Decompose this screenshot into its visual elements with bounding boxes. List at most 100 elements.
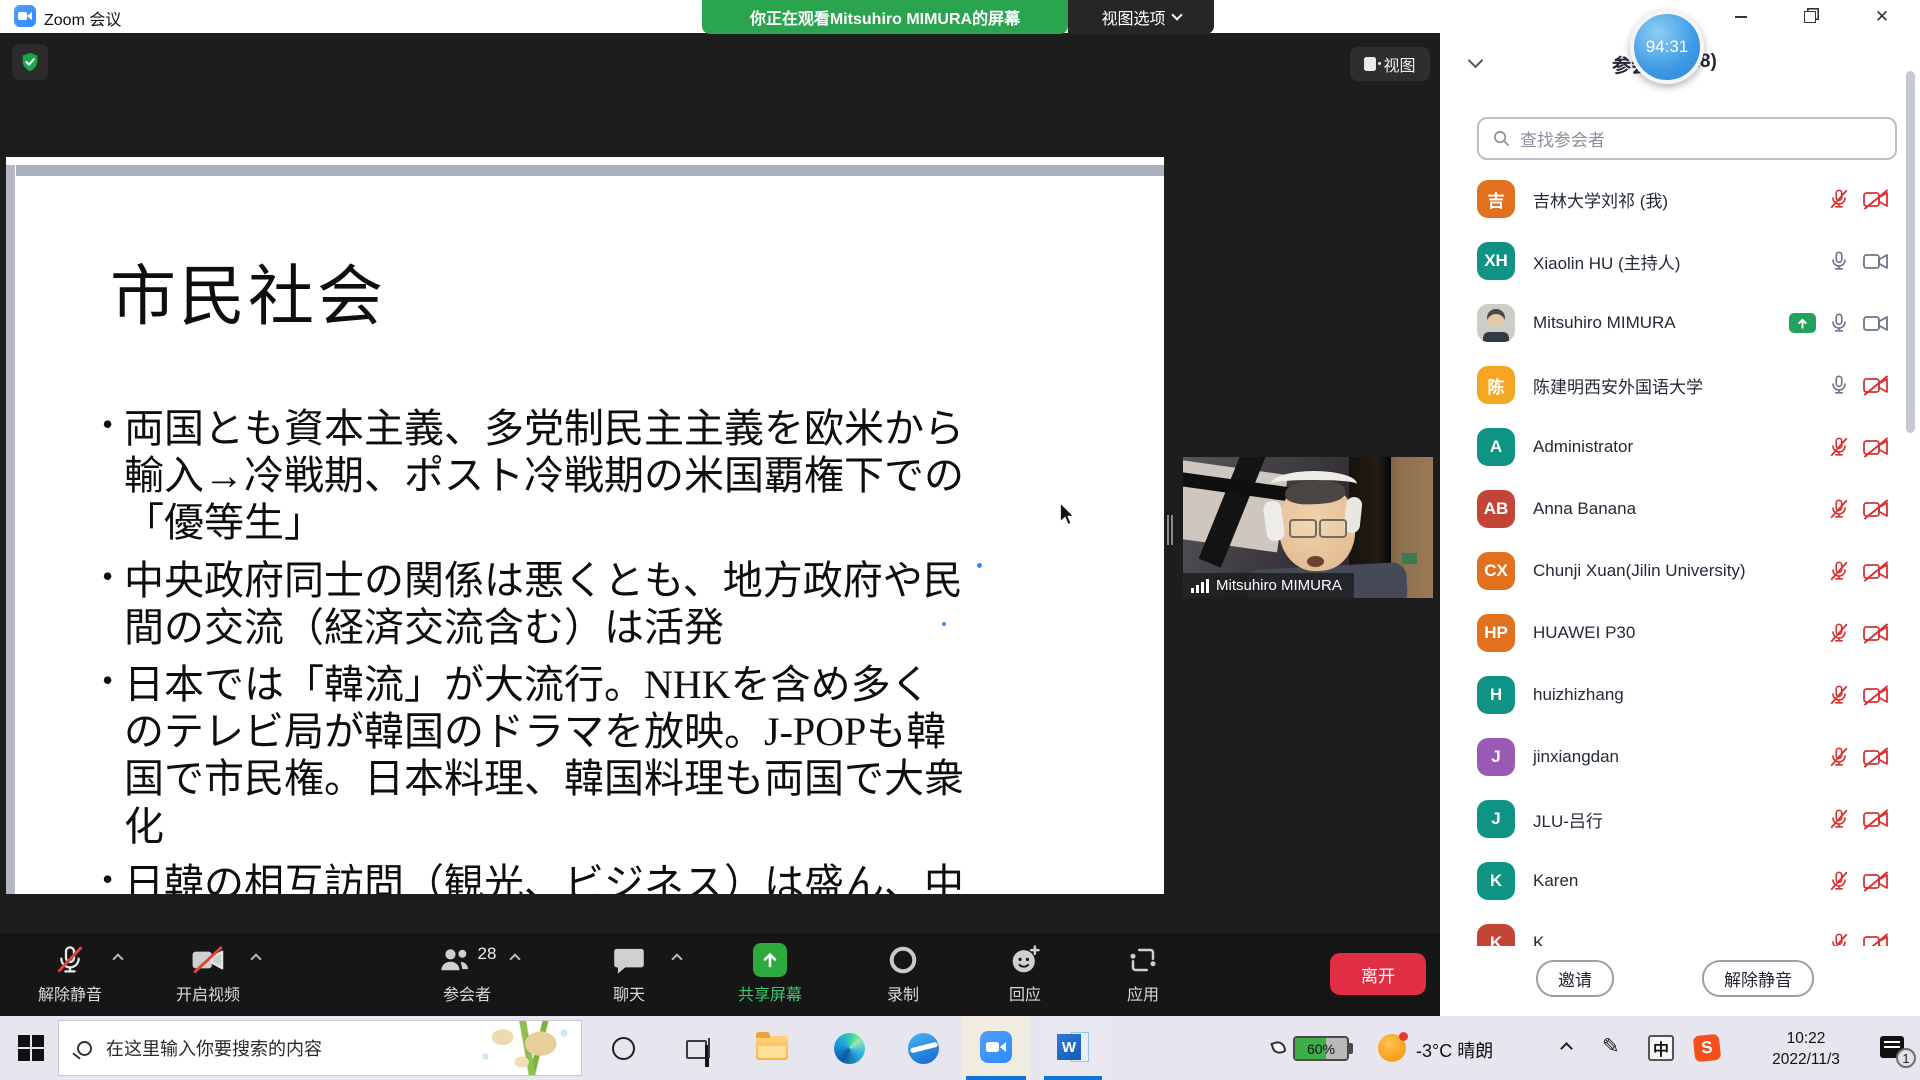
participant-avatar: 陈 — [1477, 366, 1515, 404]
reactions-button[interactable]: 回应 — [963, 941, 1087, 1011]
participant-search-input[interactable]: 查找参会者 — [1477, 117, 1897, 160]
security-shield-icon[interactable] — [12, 44, 48, 80]
windows-start-button[interactable] — [18, 1035, 45, 1062]
participant-row[interactable]: J jinxiangdan — [1440, 726, 1920, 788]
weather-icon[interactable] — [1378, 1034, 1406, 1062]
search-icon — [77, 1041, 92, 1056]
participant-row[interactable]: K Karen — [1440, 850, 1920, 912]
participant-name: 吉林大学刘祁 (我) — [1533, 187, 1668, 212]
sogou-input-icon[interactable]: S — [1693, 1034, 1722, 1063]
participant-row[interactable]: A Administrator — [1440, 416, 1920, 478]
speaker-name-label: Mitsuhiro MIMURA — [1183, 573, 1354, 598]
participant-row[interactable]: 陈 陈建明西安外国语大学 — [1440, 354, 1920, 416]
participant-name: HUAWEI P30 — [1533, 623, 1635, 643]
battery-indicator[interactable]: 60% — [1293, 1036, 1349, 1061]
participant-row[interactable]: CX Chunji Xuan(Jilin University) — [1440, 540, 1920, 602]
view-options-label: 视图选项 — [1101, 5, 1165, 29]
unmute-all-button[interactable]: 解除静音 — [1702, 960, 1814, 997]
search-placeholder: 查找参会者 — [1520, 126, 1605, 151]
record-button[interactable]: 录制 — [841, 941, 965, 1011]
mic-status-icon — [1828, 498, 1850, 520]
file-explorer-icon[interactable] — [756, 1036, 788, 1060]
signal-bars-icon — [1191, 579, 1209, 593]
participant-row[interactable]: 吉 吉林大学刘祁 (我) — [1440, 168, 1920, 230]
participant-row[interactable]: H huizhizhang — [1440, 664, 1920, 726]
invite-button[interactable]: 邀请 — [1536, 960, 1614, 997]
zoom-taskbar-slot[interactable] — [962, 1016, 1030, 1080]
share-screen-button[interactable]: 共享屏幕 — [708, 941, 832, 1011]
speaker-name: Mitsuhiro MIMURA — [1216, 577, 1342, 594]
mouse-cursor — [1058, 503, 1076, 527]
participants-button[interactable]: 28 参会者 — [405, 941, 529, 1011]
panel-scrollbar[interactable] — [1906, 71, 1915, 433]
task-view-icon[interactable] — [686, 1038, 712, 1058]
taskbar-search-box[interactable]: 在这里输入你要搜索的内容 — [58, 1020, 582, 1076]
word-taskbar-slot[interactable]: W — [1040, 1016, 1106, 1080]
edge-browser-icon[interactable] — [834, 1033, 865, 1064]
zoom-meeting-window: Zoom 会议 ✕ 你正在观看Mitsuhiro MIMURA的屏幕 视图选项 … — [0, 0, 1920, 1080]
zoom-taskbar-icon — [980, 1031, 1012, 1063]
camera-status-icon — [1862, 561, 1890, 582]
slide-title: 市民社会 — [110, 243, 386, 339]
battery-percent: 60% — [1295, 1038, 1347, 1059]
mic-status-icon — [1828, 746, 1850, 768]
participant-name: Mitsuhiro MIMURA — [1533, 313, 1676, 333]
reactions-icon — [1009, 944, 1041, 976]
screen-share-badge — [1789, 313, 1816, 333]
start-video-label: 开启视频 — [146, 981, 270, 1005]
participants-label: 参会者 — [405, 981, 529, 1005]
minimize-button[interactable] — [1718, 0, 1764, 33]
participant-avatar: HP — [1477, 614, 1515, 652]
camera-status-icon — [1862, 685, 1890, 706]
unmute-button[interactable]: 解除静音 — [8, 941, 132, 1011]
weather-text[interactable]: -3°C 晴朗 — [1416, 1037, 1493, 1063]
participant-avatar: AB — [1477, 490, 1515, 528]
browser-icon[interactable] — [908, 1033, 939, 1064]
meeting-timer-overlay[interactable]: 94:31 — [1630, 10, 1704, 84]
mic-status-icon — [1828, 870, 1850, 892]
hidden-icons-chevron[interactable] — [1560, 1042, 1573, 1055]
ime-indicator[interactable]: 中 — [1648, 1035, 1674, 1061]
camera-status-icon — [1862, 623, 1890, 644]
participant-row[interactable]: HP HUAWEI P30 — [1440, 602, 1920, 664]
panel-collapse-chevron[interactable] — [1468, 53, 1484, 69]
view-button[interactable]: 视图 — [1350, 47, 1430, 81]
cortana-icon[interactable] — [612, 1037, 635, 1060]
camera-status-icon — [1862, 251, 1890, 272]
windows-taskbar: 在这里输入你要搜索的内容 W 60% -3°C 晴朗 ✎ 中 S 10 — [0, 1016, 1920, 1080]
mic-status-icon — [1828, 560, 1850, 582]
mic-status-icon — [1828, 188, 1850, 210]
shared-screen-slide: 市民社会 両国とも資本主義、多党制民主主義を欧米から 輸入→冷戦期、ポスト冷戦期… — [6, 157, 1164, 894]
participant-row[interactable]: AB Anna Banana — [1440, 478, 1920, 540]
taskbar-clock[interactable]: 10:22 2022/11/3 — [1748, 1029, 1864, 1071]
chat-label: 聊天 — [567, 981, 691, 1005]
participant-row[interactable]: Mitsuhiro MIMURA — [1440, 292, 1920, 354]
panel-resize-handle[interactable] — [1167, 515, 1175, 545]
active-app-indicator — [1044, 1076, 1102, 1080]
word-taskbar-icon: W — [1057, 1031, 1089, 1063]
apps-icon — [1128, 945, 1158, 975]
start-video-button[interactable]: 开启视频 — [146, 941, 270, 1011]
view-options-button[interactable]: 视图选项 — [1068, 0, 1214, 34]
mic-status-icon — [1828, 312, 1850, 334]
participant-row[interactable]: XH Xiaolin HU (主持人) — [1440, 230, 1920, 292]
pen-icon[interactable]: ✎ — [1602, 1034, 1620, 1059]
participant-row[interactable]: J JLU-吕行 — [1440, 788, 1920, 850]
speaker-video-thumbnail[interactable]: Mitsuhiro MIMURA — [1183, 457, 1433, 598]
camera-status-icon — [1862, 809, 1890, 830]
unmute-label: 解除静音 — [8, 981, 132, 1005]
mic-status-icon — [1828, 622, 1850, 644]
chat-button[interactable]: 聊天 — [567, 941, 691, 1011]
participant-avatar: XH — [1477, 242, 1515, 280]
layout-icon — [1364, 57, 1376, 71]
leave-meeting-button[interactable]: 离开 — [1330, 953, 1426, 995]
participant-name: Anna Banana — [1533, 499, 1636, 519]
restore-button[interactable] — [1787, 0, 1833, 33]
chevron-down-icon — [1171, 9, 1182, 20]
participant-name: Administrator — [1533, 437, 1633, 457]
camera-status-icon — [1862, 437, 1890, 458]
slide-bullet: 両国とも資本主義、多党制民主主義を欧米から 輸入→冷戦期、ポスト冷戦期の米国覇権… — [102, 405, 1122, 547]
camera-status-icon — [1862, 189, 1890, 210]
apps-button[interactable]: 应用 — [1081, 941, 1205, 1011]
close-button[interactable]: ✕ — [1859, 0, 1905, 33]
